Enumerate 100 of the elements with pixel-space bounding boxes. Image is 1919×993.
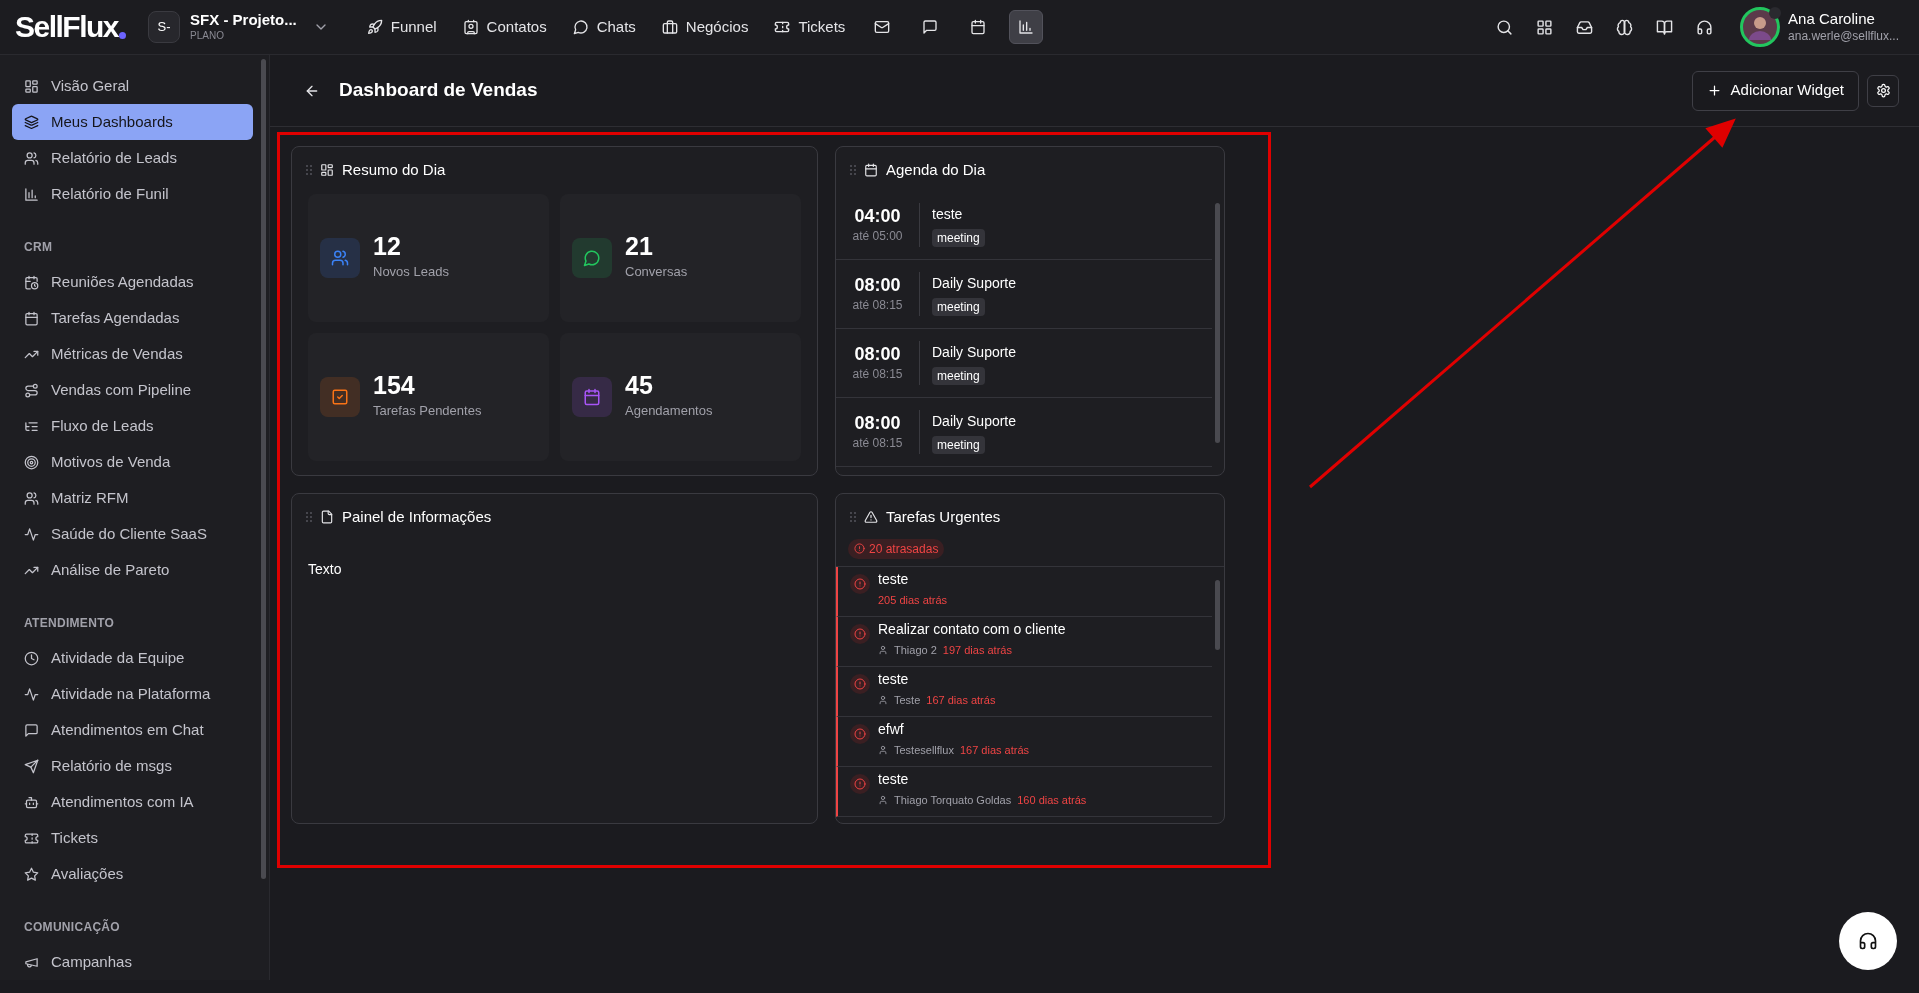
- event-time: 08:00: [854, 342, 901, 366]
- sidebar-item[interactable]: Métricas de Vendas: [12, 336, 253, 372]
- logo[interactable]: SellFlux: [15, 12, 127, 42]
- task-row[interactable]: teste 205 dias atrás: [836, 567, 1212, 617]
- sidebar-item[interactable]: Análise de Pareto: [12, 552, 253, 588]
- user-icon: [878, 794, 888, 805]
- sidebar-item[interactable]: Matriz RFM: [12, 480, 253, 516]
- sidebar-item[interactable]: Relatório de msgs: [12, 748, 253, 784]
- drag-handle-icon[interactable]: [306, 512, 312, 522]
- plus-icon: [1706, 83, 1722, 98]
- event-end-time: até 05:00: [852, 228, 903, 246]
- sidebar-item[interactable]: Atividade da Equipe: [12, 640, 253, 676]
- task-row[interactable]: efwf Testesellflux 167 dias atrás: [836, 717, 1212, 767]
- task-row[interactable]: teste Teste 167 dias atrás: [836, 667, 1212, 717]
- task-title: teste: [878, 671, 910, 689]
- users-icon: [24, 150, 39, 166]
- bot-icon: [24, 794, 39, 810]
- scrollbar[interactable]: [1215, 203, 1220, 443]
- workspace-switcher[interactable]: S- SFX - Projeto... PLANO: [148, 11, 329, 43]
- event-title: Daily Suporte: [932, 342, 1017, 362]
- settings-button[interactable]: [1867, 74, 1899, 107]
- sidebar-item[interactable]: Tickets: [12, 820, 253, 856]
- task-title: Realizar contato com o cliente: [878, 621, 1066, 639]
- sidebar-item[interactable]: Atendimentos com IA: [12, 784, 253, 820]
- nav-link[interactable]: Tickets: [768, 10, 852, 44]
- sidebar-item[interactable]: Atividade na Plataforma: [12, 676, 253, 712]
- nav-link[interactable]: Negócios: [655, 10, 755, 44]
- task-row[interactable]: Realizar contato com o cliente Thiago 2 197 dias atrás: [836, 617, 1212, 667]
- page-title: Dashboard de Vendas: [339, 78, 538, 103]
- sidebar-item[interactable]: Relatório de Leads: [12, 140, 253, 176]
- drag-handle-icon[interactable]: [850, 165, 856, 175]
- task-age: 160 dias atrás: [1017, 792, 1087, 808]
- task-assignee: Thiago Torquato Goldas: [894, 792, 1012, 808]
- sidebar-item[interactable]: Reuniões Agendadas: [12, 264, 253, 300]
- overdue-badge: 20 atrasadas: [848, 538, 945, 559]
- task-assignee: Thiago 2: [894, 642, 937, 658]
- task-assignee: Testesellflux: [894, 742, 954, 758]
- user-icon: [878, 694, 888, 705]
- drag-handle-icon[interactable]: [850, 512, 856, 522]
- chat-bubble-icon: [583, 249, 601, 267]
- sidebar-section-title: CRM: [23, 239, 54, 256]
- event-end-time: até 08:15: [852, 297, 903, 315]
- calendar-icon: [970, 19, 987, 35]
- settings-icon: [1875, 83, 1891, 98]
- task-assignee: Teste: [894, 692, 921, 708]
- scrollbar[interactable]: [1215, 580, 1220, 650]
- inbox-icon: [1575, 18, 1593, 36]
- event-tag: meeting: [932, 228, 985, 247]
- stat-value: 45: [625, 373, 654, 399]
- event-end-time: até 08:15: [852, 435, 903, 453]
- event-time: 08:00: [854, 273, 901, 297]
- event-end-time: até 08:15: [852, 366, 903, 384]
- drag-handle-icon[interactable]: [306, 165, 312, 175]
- calendar-icon: [583, 388, 601, 406]
- sidebar-item[interactable]: Motivos de Venda: [12, 444, 253, 480]
- user-avatar[interactable]: [1740, 7, 1781, 47]
- widget-text: Texto: [307, 560, 343, 579]
- add-widget-button[interactable]: Adicionar Widget: [1691, 70, 1859, 111]
- sidebar-section-title: ATENDIMENTO: [23, 615, 116, 632]
- help-button[interactable]: [1839, 912, 1897, 970]
- sidebar-item[interactable]: Tarefas Agendadas: [12, 300, 253, 336]
- star-icon: [24, 866, 39, 882]
- sidebar-item[interactable]: Fluxo de Leads: [12, 408, 253, 444]
- sidebar-item[interactable]: Campanhas: [12, 944, 253, 980]
- sidebar-item[interactable]: Visão Geral: [12, 68, 253, 104]
- sidebar-item[interactable]: Meus Dashboards: [12, 104, 253, 140]
- scrollbar[interactable]: [261, 59, 266, 879]
- nav-link[interactable]: Funnel: [360, 10, 443, 44]
- layers-icon: [24, 114, 39, 130]
- stat-label: Agendamentos: [625, 402, 713, 421]
- message-icon: [922, 19, 939, 35]
- task-row[interactable]: teste Thiago Torquato Goldas 160 dias atrás: [836, 767, 1212, 817]
- user-name: Ana Caroline: [1788, 10, 1876, 29]
- task-title: teste: [878, 771, 910, 789]
- briefcase-icon: [661, 19, 678, 35]
- bar-chart-icon: [24, 186, 39, 202]
- headset-icon: [1858, 931, 1878, 951]
- message-icon: [24, 722, 39, 738]
- chat-bubble-icon: [572, 19, 589, 35]
- sidebar-item[interactable]: Saúde do Cliente SaaS: [12, 516, 253, 552]
- nav-link[interactable]: Chats: [566, 10, 642, 44]
- calendar-icon: [24, 310, 39, 326]
- target-icon: [24, 454, 39, 470]
- event-time: 08:00: [854, 411, 901, 435]
- file-icon: [320, 510, 334, 524]
- sidebar-item[interactable]: Atendimentos em Chat: [12, 712, 253, 748]
- nav-icon-button[interactable]: [1009, 10, 1044, 44]
- send-icon: [24, 758, 39, 774]
- sidebar-item[interactable]: Vendas com Pipeline: [12, 372, 253, 408]
- book-icon: [1655, 18, 1673, 36]
- sidebar-item[interactable]: Relatório de Funil: [12, 176, 253, 212]
- nav-link[interactable]: Contatos: [456, 10, 553, 44]
- user-email: ana.werle@sellflux...: [1788, 28, 1899, 44]
- workspace-plan: PLANO: [190, 30, 224, 43]
- ticket-icon: [24, 830, 39, 846]
- task-age: 205 dias atrás: [878, 592, 948, 608]
- stat-label: Novos Leads: [373, 263, 449, 282]
- sidebar-item[interactable]: Avaliações: [12, 856, 253, 892]
- ticket-icon: [774, 19, 791, 35]
- rocket-icon: [366, 19, 383, 35]
